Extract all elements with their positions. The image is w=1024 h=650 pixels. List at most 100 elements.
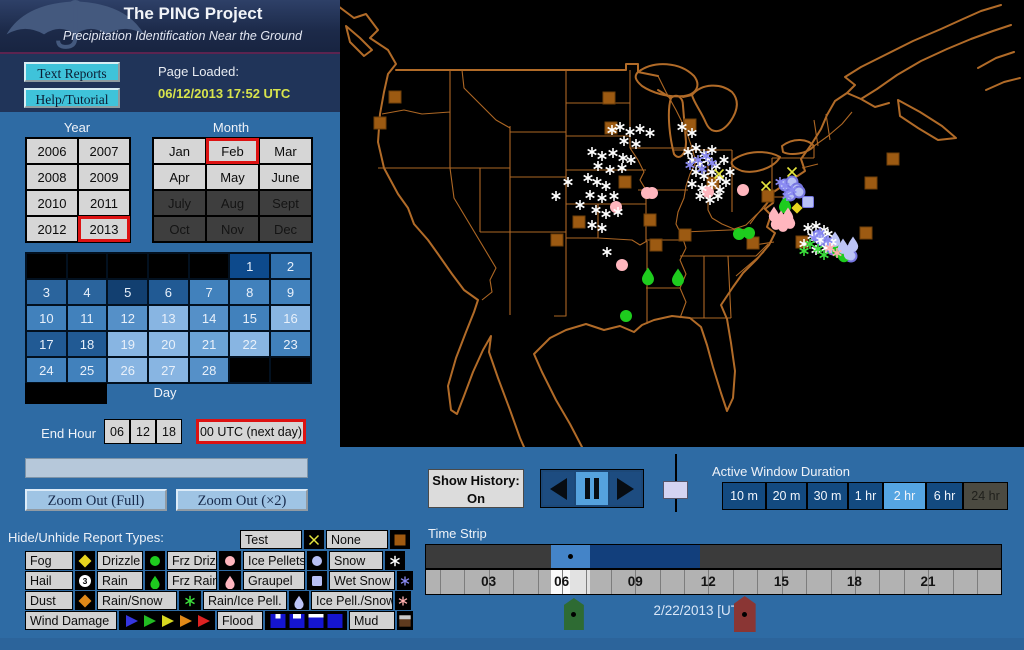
legend-icon-drop-icon[interactable] (219, 571, 241, 590)
legend-icon-sq-icon[interactable] (390, 530, 410, 549)
month-cell-Feb[interactable]: Feb (206, 138, 259, 164)
day-cell-7[interactable]: 7 (189, 279, 230, 305)
legend-label-rain-snow[interactable]: Rain/Snow (97, 591, 177, 610)
legend-label-wind-damage[interactable]: Wind Damage (25, 611, 117, 630)
step-back-button[interactable] (543, 472, 574, 505)
day-cell-14[interactable]: 14 (189, 305, 230, 331)
day-cell-2[interactable]: 2 (270, 253, 311, 279)
day-cell-17[interactable]: 17 (26, 331, 67, 357)
legend-icon-flood-icon[interactable] (265, 611, 347, 630)
us-map[interactable] (340, 0, 1024, 447)
month-cell-June[interactable]: June (259, 164, 312, 190)
legend-label-wet-snow[interactable]: Wet Snow (329, 571, 395, 590)
start-time-marker[interactable] (564, 598, 584, 630)
text-reports-button[interactable]: Text Reports (24, 62, 120, 82)
legend-icon-diamond-icon[interactable] (75, 591, 95, 610)
legend-icon-rsq-icon[interactable] (307, 571, 327, 590)
legend-icon-circle-icon[interactable] (145, 551, 165, 570)
end-hour-00[interactable]: 00 UTC (next day) (196, 419, 306, 444)
legend-icon-hail-icon[interactable]: 3 (75, 571, 95, 590)
day-cell-22[interactable]: 22 (229, 331, 270, 357)
legend-icon-ast-icon[interactable] (397, 571, 413, 590)
day-cell-3[interactable]: 3 (26, 279, 67, 305)
day-cell-8[interactable]: 8 (229, 279, 270, 305)
legend-icon-circle-icon[interactable] (219, 551, 241, 570)
day-cell-25[interactable]: 25 (67, 357, 108, 383)
legend-label-graupel[interactable]: Graupel (243, 571, 305, 590)
day-cell-12[interactable]: 12 (107, 305, 148, 331)
legend-icon-wind-icon[interactable] (119, 611, 215, 630)
duration-6hr[interactable]: 6 hr (926, 482, 963, 510)
legend-icon-mud-icon[interactable] (397, 611, 413, 630)
day-cell-15[interactable]: 15 (229, 305, 270, 331)
legend-label-rain[interactable]: Rain (97, 571, 143, 590)
year-cell-2008[interactable]: 2008 (26, 164, 78, 190)
duration-1hr[interactable]: 1 hr (848, 482, 883, 510)
day-cell-19[interactable]: 19 (107, 331, 148, 357)
legend-label-drizzle[interactable]: Drizzle (97, 551, 143, 570)
end-time-marker[interactable] (734, 596, 756, 632)
legend-label-ice-pellets[interactable]: Ice Pellets (243, 551, 305, 570)
year-cell-2006[interactable]: 2006 (26, 138, 78, 164)
month-cell-Apr[interactable]: Apr (153, 164, 206, 190)
day-cell-13[interactable]: 13 (148, 305, 189, 331)
month-cell-Jan[interactable]: Jan (153, 138, 206, 164)
legend-icon-x-icon[interactable] (304, 530, 324, 549)
legend-label-test[interactable]: Test (240, 530, 302, 549)
legend-label-snow[interactable]: Snow (329, 551, 383, 570)
day-cell-6[interactable]: 6 (148, 279, 189, 305)
day-cell-27[interactable]: 27 (148, 357, 189, 383)
legend-label-fog[interactable]: Fog (25, 551, 73, 570)
duration-10m[interactable]: 10 m (722, 482, 766, 510)
legend-label-none[interactable]: None (326, 530, 388, 549)
end-hour-18[interactable]: 18 (156, 419, 182, 444)
month-cell-May[interactable]: May (206, 164, 259, 190)
duration-30m[interactable]: 30 m (807, 482, 848, 510)
step-forward-button[interactable] (610, 472, 641, 505)
help-tutorial-button[interactable]: Help/Tutorial (24, 88, 120, 108)
legend-label-dust[interactable]: Dust (25, 591, 73, 610)
day-cell-20[interactable]: 20 (148, 331, 189, 357)
duration-20m[interactable]: 20 m (766, 482, 807, 510)
pause-button[interactable] (576, 472, 607, 505)
legend-label-ice-pell-snow[interactable]: Ice Pell./Snow (311, 591, 393, 610)
legend-icon-drop-icon[interactable] (145, 571, 165, 590)
day-cell-10[interactable]: 10 (26, 305, 67, 331)
legend-label-hail[interactable]: Hail (25, 571, 73, 590)
legend-icon-diamond-icon[interactable] (75, 551, 95, 570)
show-history-toggle[interactable]: Show History: On (428, 469, 524, 508)
legend-label-frz-rain[interactable]: Frz Rain (167, 571, 217, 590)
time-strip-hour-bar[interactable]: 03060912151821 (425, 569, 1002, 595)
year-cell-2012[interactable]: 2012 (26, 216, 78, 242)
map-panel[interactable] (340, 0, 1024, 447)
year-cell-2009[interactable]: 2009 (78, 164, 130, 190)
day-cell-9[interactable]: 9 (270, 279, 311, 305)
legend-label-flood[interactable]: Flood (217, 611, 263, 630)
year-cell-2011[interactable]: 2011 (78, 190, 130, 216)
legend-label-frz-driz[interactable]: Frz Driz (167, 551, 217, 570)
time-strip-history-bar[interactable] (425, 544, 1002, 569)
legend-icon-drop-icon[interactable] (289, 591, 309, 610)
legend-icon-ast-icon[interactable] (395, 591, 411, 610)
year-cell-2007[interactable]: 2007 (78, 138, 130, 164)
day-cell-24[interactable]: 24 (26, 357, 67, 383)
day-cell-5[interactable]: 5 (107, 279, 148, 305)
zoom-out-full-button[interactable]: Zoom Out (Full) (25, 489, 167, 511)
legend-label-mud[interactable]: Mud (349, 611, 395, 630)
day-cell-11[interactable]: 11 (67, 305, 108, 331)
duration-2hr[interactable]: 2 hr (883, 482, 926, 510)
day-cell-23[interactable]: 23 (270, 331, 311, 357)
legend-icon-circle-icon[interactable] (307, 551, 327, 570)
end-hour-06[interactable]: 06 (104, 419, 130, 444)
day-cell-28[interactable]: 28 (189, 357, 230, 383)
speed-slider-handle[interactable] (663, 481, 688, 499)
zoom-out-x2-button[interactable]: Zoom Out (×2) (176, 489, 308, 511)
month-cell-Mar[interactable]: Mar (259, 138, 312, 164)
day-cell-26[interactable]: 26 (107, 357, 148, 383)
end-hour-12[interactable]: 12 (130, 419, 156, 444)
legend-icon-ast-icon[interactable] (179, 591, 201, 610)
legend-icon-ast-icon[interactable] (385, 551, 405, 570)
legend-label-rain-ice-pell-[interactable]: Rain/Ice Pell. (203, 591, 287, 610)
day-cell-4[interactable]: 4 (67, 279, 108, 305)
day-cell-21[interactable]: 21 (189, 331, 230, 357)
